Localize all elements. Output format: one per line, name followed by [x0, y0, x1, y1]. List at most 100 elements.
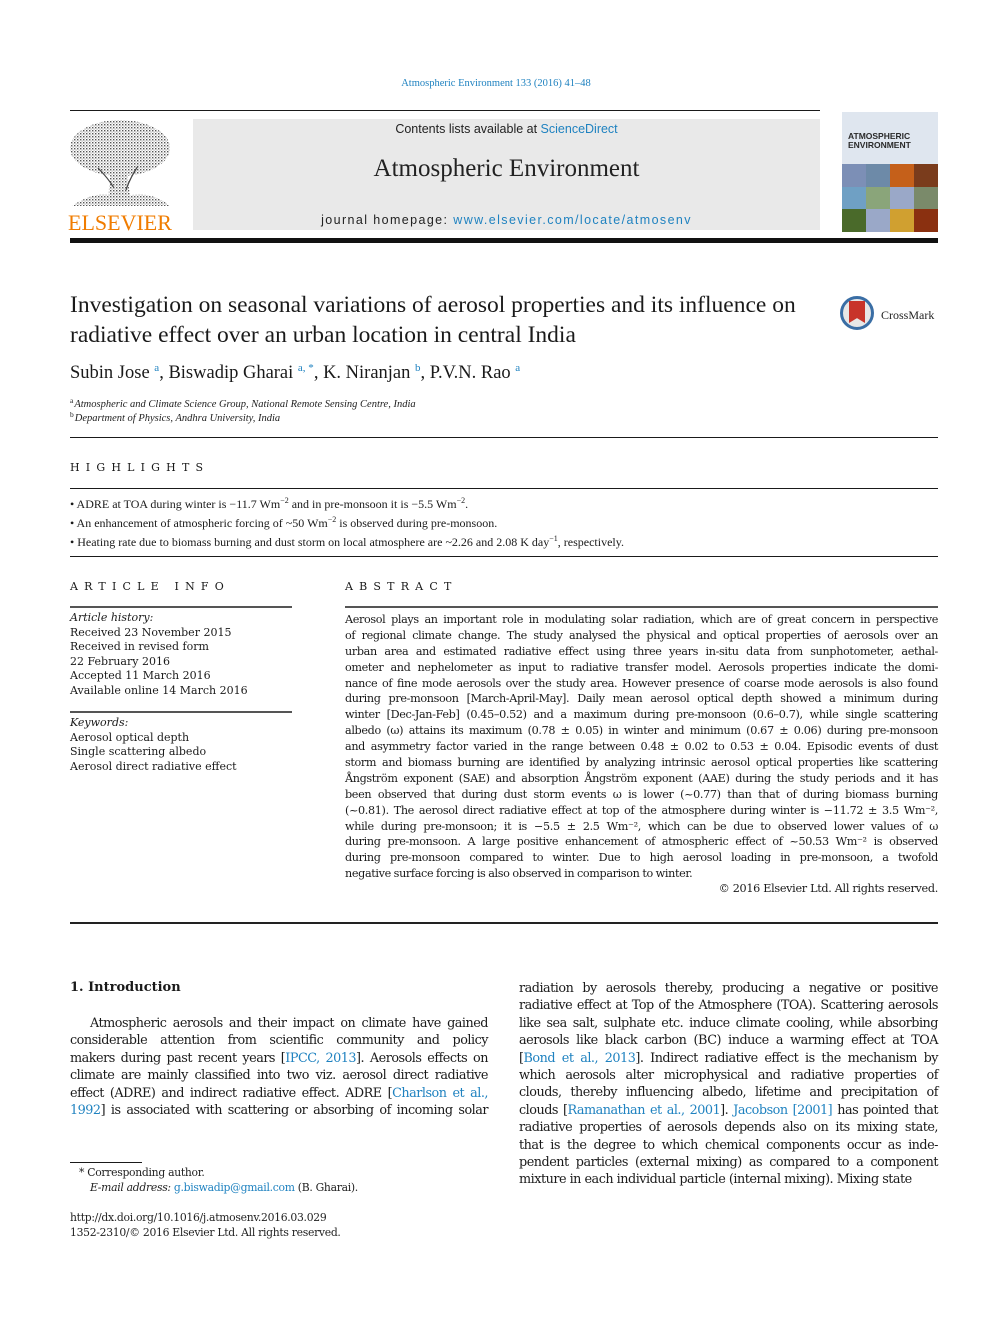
abstract-line: urban area and estimated radiative effec… [345, 644, 938, 658]
introduction-heading: 1. Introduction [70, 980, 181, 995]
highlight-item: • An enhancement of atmospheric forcing … [70, 515, 498, 530]
abstract-rule [345, 606, 938, 608]
highlights-list: • ADRE at TOA during winter is −11.7 Wm−… [70, 493, 940, 550]
body-line: pendent particles (external mixing) as c… [519, 1154, 939, 1170]
body-column-left: Atmospheric aerosols and their impact on… [70, 1015, 489, 1119]
elsevier-logo[interactable]: ELSEVIER [68, 118, 176, 236]
affiliation: aAtmospheric and Climate Science Group, … [70, 396, 416, 410]
author[interactable]: Subin Jose [70, 363, 150, 383]
affiliation: bDepartment of Physics, Andhra Universit… [70, 410, 280, 424]
abstract-line: Ångström exponent (SAE) and absorption Å… [345, 771, 938, 785]
article-info-heading: ARTICLE INFO [70, 580, 230, 593]
abstract-line: while during pre-monsoon; it is −5.5 ± 2… [345, 819, 938, 833]
citation-link[interactable]: 1992 [70, 1103, 101, 1118]
corresponding-author-note: * Corresponding author. [79, 1166, 205, 1179]
author-list: Subin Jose a, Biswadip Gharai a, *, K. N… [70, 362, 520, 384]
abstract-line: during pre-monsoon. A large positive enh… [345, 835, 938, 849]
article-history-label: Article history: [70, 611, 154, 624]
publisher-name: ELSEVIER [68, 210, 172, 235]
body-line: climate are mainly classified into two v… [70, 1068, 489, 1084]
abstract-line: and asymmetry factor varied in the range… [345, 740, 938, 754]
journal-banner: Contents lists available at ScienceDirec… [193, 119, 820, 230]
abstract-line: negative surface forcing is also observe… [345, 867, 693, 881]
body-text: has pointed that [832, 1102, 938, 1118]
section-divider [70, 922, 938, 924]
body-line: that is the degree to which chemical com… [519, 1137, 939, 1153]
article-info-rule [70, 606, 292, 608]
keyword: Single scattering albedo [70, 745, 207, 758]
author[interactable]: P.V.N. Rao [430, 363, 511, 383]
abstract-line: ometer and nephelometer as input to radi… [345, 660, 938, 674]
email-link[interactable]: g.biswadip@gmail.com [174, 1181, 295, 1194]
abstract-line: (~0.81). The aerosol direct radiative ef… [345, 803, 938, 817]
body-line: [Bond et al., 2013]. Indirect radiative … [519, 1050, 938, 1067]
journal-cover-thumbnail[interactable]: ATMOSPHERIC ENVIRONMENT [842, 112, 938, 232]
body-line: which aerosols alter microphysical and r… [519, 1067, 939, 1083]
article-info: Article history: Received 23 November 20… [70, 611, 292, 698]
body-line: Atmospheric aerosols and their impact on… [90, 1016, 489, 1031]
body-text: effect (ADRE) and indirect radiative eff… [70, 1085, 393, 1101]
citation-link[interactable]: Jacobson [2001] [733, 1103, 832, 1118]
doi-link[interactable]: http://dx.doi.org/10.1016/j.atmosenv.201… [70, 1211, 327, 1224]
header-top-rule [70, 110, 820, 111]
affiliation-key: a [70, 396, 74, 405]
article-title: Investigation on seasonal variations of … [70, 292, 796, 348]
footnote-rule [70, 1162, 142, 1163]
section-divider [70, 437, 938, 438]
abstract-line: albedo (ω) attains its maximum (0.78 ± 0… [345, 724, 938, 738]
abstract-heading: ABSTRACT [345, 580, 458, 593]
keywords-label: Keywords: [70, 716, 129, 729]
author-affiliation-marker[interactable]: a [515, 362, 520, 374]
author-affiliation-marker[interactable]: a, * [298, 362, 314, 374]
citation-link[interactable]: Bond et al., 2013 [524, 1051, 636, 1066]
history-item: Accepted 11 March 2016 [70, 669, 211, 682]
body-line: radiative effect at Top of the Atmospher… [519, 998, 939, 1014]
body-text: ]. [720, 1102, 734, 1118]
keyword: Aerosol optical depth [70, 730, 190, 744]
highlight-item: • ADRE at TOA during winter is −11.7 Wm−… [70, 496, 469, 511]
history-item: Received 23 November 2015 [70, 625, 232, 639]
body-line: mixture in each individual particle (int… [519, 1172, 912, 1188]
crossmark-button[interactable]: CrossMark [840, 296, 940, 334]
body-line: 1992] is associated with scattering or a… [70, 1102, 489, 1119]
contents-line: Contents lists available at ScienceDirec… [193, 122, 820, 136]
history-item: Available online 14 March 2016 [70, 683, 248, 697]
journal-homepage-link[interactable]: www.elsevier.com/locate/atmosenv [453, 213, 692, 227]
journal-name: Atmospheric Environment [373, 155, 640, 182]
abstract-copyright: © 2016 Elsevier Ltd. All rights reserved… [718, 882, 939, 895]
sciencedirect-link[interactable]: ScienceDirect [541, 122, 618, 136]
author-separator: , [313, 363, 324, 383]
body-column-right: radiation by aerosols thereby, producing… [519, 980, 939, 1189]
abstract-line: nance of fine mode aerosols over the stu… [345, 676, 938, 690]
body-line: aerosols like black carbon (BC) induce a… [519, 1033, 939, 1049]
body-line: considerable attention from scientific c… [70, 1033, 489, 1049]
body-line: effect (ADRE) and indirect radiative eff… [70, 1085, 488, 1102]
abstract-line: during pre-monsoon compared to winter. D… [345, 851, 938, 865]
body-line: clouds, thereby influencing albedo, life… [519, 1085, 939, 1101]
author[interactable]: K. Niranjan [323, 363, 410, 383]
body-line: radiation by aerosols thereby, producing… [519, 981, 939, 996]
citation-link[interactable]: Charlson et al., [392, 1086, 488, 1101]
citation-link[interactable]: Ramanathan et al., 2001 [567, 1103, 720, 1118]
citation-link[interactable]: IPCC, 2013 [285, 1051, 356, 1066]
email-owner: (B. Gharai). [297, 1181, 358, 1194]
author[interactable]: Biswadip Gharai [168, 363, 293, 383]
homepage-line: journal homepage: www.elsevier.com/locat… [193, 213, 820, 227]
journal-citation-link[interactable]: Atmospheric Environment 133 (2016) 41–48 [0, 78, 992, 89]
cover-image-grid [842, 164, 938, 232]
author-separator: , [420, 363, 430, 383]
abstract-line: storm and biomass burning are identified… [345, 756, 938, 770]
abstract-line: been observed that during dust storm eve… [345, 787, 938, 801]
body-text: makers during past recent years [ [70, 1050, 286, 1066]
body-text: ]. Aerosols effects on [356, 1050, 488, 1066]
issn-copyright: 1352-2310/© 2016 Elsevier Ltd. All right… [70, 1226, 341, 1239]
affiliation-text: Atmospheric and Climate Science Group, N… [74, 399, 416, 410]
affiliation-text: Department of Physics, Andhra University… [74, 413, 281, 424]
highlights-rule [70, 488, 938, 489]
section-divider [70, 556, 938, 557]
crossmark-label: CrossMark [881, 308, 935, 322]
body-line: clouds [Ramanathan et al., 2001]. Jacobs… [519, 1102, 938, 1119]
homepage-prefix: journal homepage: [321, 213, 454, 227]
body-text: clouds [ [519, 1102, 568, 1118]
abstract-line: Aerosol plays an important role in modul… [345, 613, 938, 626]
